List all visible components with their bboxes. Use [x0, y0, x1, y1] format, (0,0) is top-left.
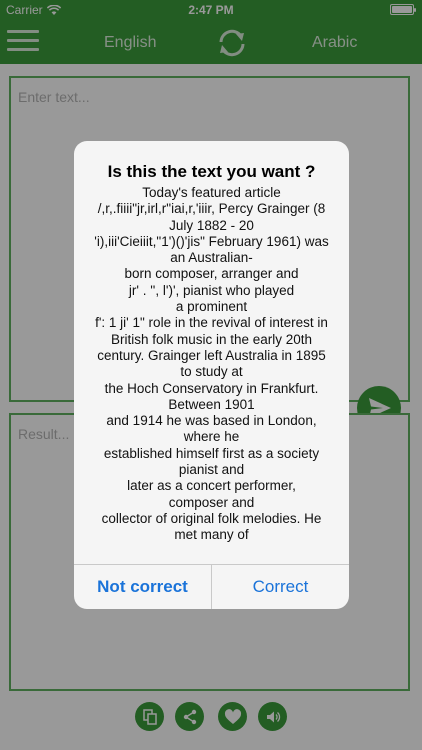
- alert-message-line: f': 1 ji' 1" role in the revival of inte…: [95, 315, 328, 331]
- alert-message-line: and 1914 he was based in London,: [106, 413, 317, 429]
- alert-message-line: /,r,.fiiii"jr,irl,r"iai,r,'iiir, Percy G…: [97, 201, 326, 217]
- alert-message-line: a prominent: [175, 299, 248, 315]
- alert-message-line: an Australian-: [170, 250, 253, 266]
- alert-message-line: to study at: [180, 364, 243, 380]
- alert-message-line: later as a concert performer,: [127, 478, 296, 494]
- alert-message-line: July 1882 - 20: [169, 217, 254, 233]
- alert-message-line: established himself first as a society: [103, 445, 320, 461]
- alert-message-line: the Hoch Conservatory in Frankfurt.: [104, 380, 319, 396]
- alert-actions: Not correct Correct: [74, 564, 349, 609]
- alert-message: Today's featured article/,r,.fiiii"jr,ir…: [84, 185, 339, 544]
- correct-button[interactable]: Correct: [211, 565, 349, 609]
- alert-message-line: Between 1901: [168, 396, 255, 412]
- alert-title: Is this the text you want ?: [107, 162, 316, 181]
- not-correct-button[interactable]: Not correct: [74, 565, 211, 609]
- alert-message-line: where he: [183, 429, 240, 445]
- alert-message-line: century. Grainger left Australia in 1895: [97, 347, 326, 363]
- alert-message-line: pianist and: [178, 462, 245, 478]
- alert-message-line: Today's featured article: [142, 185, 281, 200]
- alert-message-line: jr' . '', l')', pianist who played: [128, 282, 295, 298]
- alert-message-line: collector of original folk melodies. He: [101, 510, 322, 526]
- confirm-text-alert: Is this the text you want ? Today's feat…: [74, 141, 349, 609]
- alert-message-line: met many of: [174, 527, 249, 543]
- alert-message-line: born composer, arranger and: [124, 266, 299, 282]
- alert-message-line: composer and: [168, 494, 255, 510]
- alert-message-line: 'i),iii'Cieiiit,"1')()'jis" February 196…: [94, 233, 329, 249]
- alert-message-line: British folk music in the early 20th: [110, 331, 313, 347]
